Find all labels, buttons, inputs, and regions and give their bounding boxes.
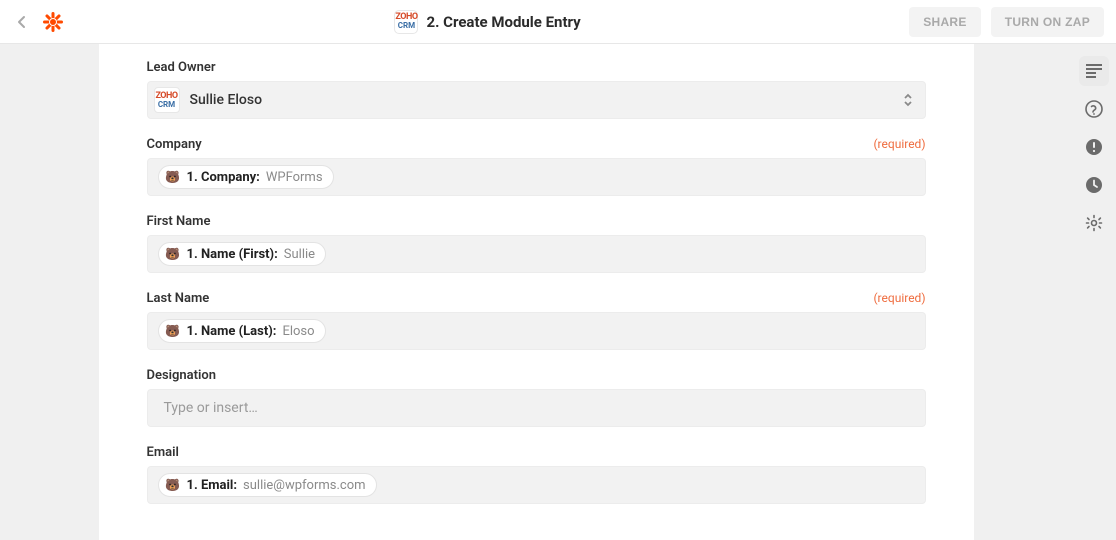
- required-company: (required): [873, 137, 925, 151]
- pill-company-label: 1. Company:: [187, 170, 260, 185]
- input-first-name[interactable]: 🐻 1. Name (First): Sullie: [147, 235, 926, 273]
- wpforms-icon: 🐻: [165, 477, 181, 493]
- zoho-icon: ZOHO CRM: [395, 13, 417, 30]
- pill-company[interactable]: 🐻 1. Company: WPForms: [158, 165, 334, 189]
- label-first-name: First Name: [147, 214, 211, 229]
- back-button[interactable]: [12, 12, 32, 32]
- gear-icon: [1085, 214, 1103, 232]
- pill-company-value: WPForms: [266, 170, 323, 185]
- zoho-small-icon: ZOHOCRM: [154, 87, 180, 113]
- step-app-icon: ZOHO CRM: [394, 10, 418, 34]
- step-header: ZOHO CRM 2. Create Module Entry: [74, 10, 901, 34]
- pill-first-name[interactable]: 🐻 1. Name (First): Sullie: [158, 242, 327, 266]
- field-designation: Designation Type or insert…: [147, 368, 926, 427]
- field-email: Email 🐻 1. Email: sullie@wpforms.com: [147, 445, 926, 504]
- input-email[interactable]: 🐻 1. Email: sullie@wpforms.com: [147, 466, 926, 504]
- clock-icon: [1085, 176, 1103, 194]
- input-designation[interactable]: Type or insert…: [147, 389, 926, 427]
- pill-last-name[interactable]: 🐻 1. Name (Last): Eloso: [158, 319, 326, 343]
- field-lead-owner: Lead Owner ZOHOCRM Sullie Eloso: [147, 60, 926, 119]
- rail-settings-button[interactable]: [1079, 208, 1109, 238]
- rail-alerts-button[interactable]: [1079, 132, 1109, 162]
- chevron-left-icon: [17, 15, 27, 29]
- rail-help-button[interactable]: [1079, 94, 1109, 124]
- input-company[interactable]: 🐻 1. Company: WPForms: [147, 158, 926, 196]
- field-last-name: Last Name (required) 🐻 1. Name (Last): E…: [147, 291, 926, 350]
- pill-first-name-label: 1. Name (First):: [187, 247, 278, 262]
- rail-history-button[interactable]: [1079, 170, 1109, 200]
- input-last-name[interactable]: 🐻 1. Name (Last): Eloso: [147, 312, 926, 350]
- label-last-name: Last Name: [147, 291, 210, 306]
- label-company: Company: [147, 137, 202, 152]
- select-caret-icon: [903, 93, 913, 107]
- share-button[interactable]: SHARE: [909, 7, 981, 37]
- zapier-logo: [40, 9, 66, 35]
- asterisk-icon: [41, 10, 65, 34]
- rail-outline-button[interactable]: [1079, 56, 1109, 86]
- field-company: Company (required) 🐻 1. Company: WPForms: [147, 137, 926, 196]
- top-bar: ZOHO CRM 2. Create Module Entry SHARE TU…: [0, 0, 1116, 44]
- pill-last-name-value: Eloso: [282, 324, 314, 339]
- turn-on-zap-button[interactable]: TURN ON ZAP: [991, 7, 1104, 37]
- required-last-name: (required): [873, 291, 925, 305]
- select-lead-owner[interactable]: ZOHOCRM Sullie Eloso: [147, 81, 926, 119]
- wpforms-icon: 🐻: [165, 169, 181, 185]
- help-icon: [1085, 100, 1103, 118]
- outline-icon: [1086, 64, 1102, 78]
- pill-first-name-value: Sullie: [284, 247, 315, 262]
- step-title: 2. Create Module Entry: [426, 13, 580, 31]
- label-lead-owner: Lead Owner: [147, 60, 216, 75]
- top-actions: SHARE TURN ON ZAP: [909, 7, 1104, 37]
- pill-last-name-label: 1. Name (Last):: [187, 324, 277, 339]
- wpforms-icon: 🐻: [165, 323, 181, 339]
- label-email: Email: [147, 445, 179, 460]
- select-lead-owner-value: Sullie Eloso: [190, 92, 263, 108]
- placeholder-designation: Type or insert…: [158, 400, 258, 416]
- alert-icon: [1085, 138, 1103, 156]
- right-rail: [1072, 44, 1116, 540]
- pill-email[interactable]: 🐻 1. Email: sullie@wpforms.com: [158, 473, 377, 497]
- wpforms-icon: 🐻: [165, 246, 181, 262]
- field-first-name: First Name 🐻 1. Name (First): Sullie: [147, 214, 926, 273]
- form-panel: Lead Owner ZOHOCRM Sullie Eloso: [99, 44, 974, 540]
- label-designation: Designation: [147, 368, 217, 383]
- pill-email-label: 1. Email:: [187, 478, 238, 493]
- pill-email-value: sullie@wpforms.com: [243, 478, 366, 493]
